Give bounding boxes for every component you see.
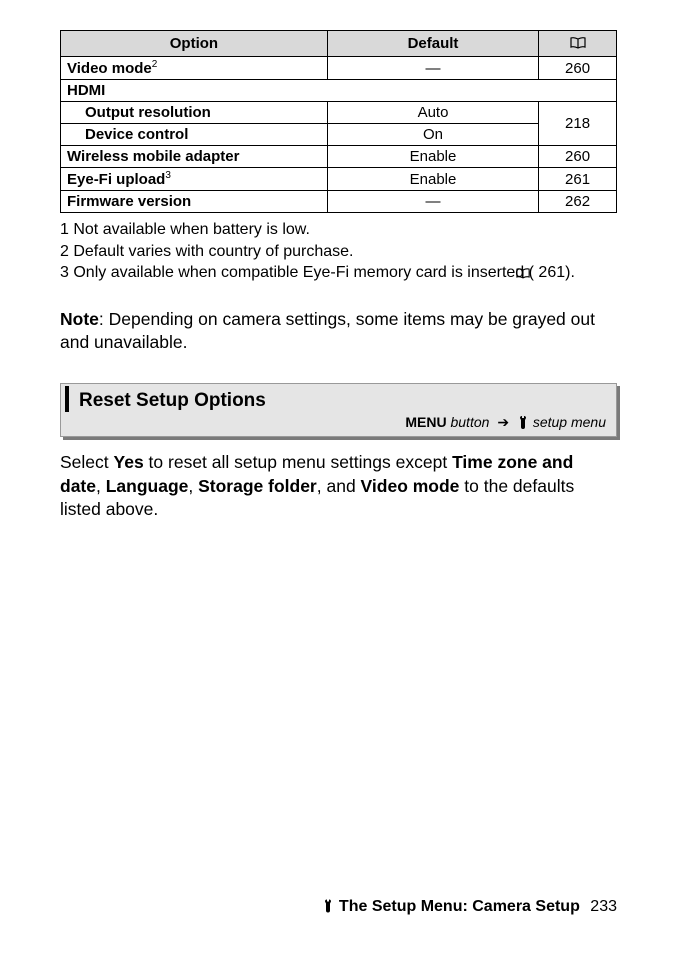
row-firmware: Firmware version — 262 [61, 191, 617, 213]
t: Select [60, 452, 114, 472]
section-title: Reset Setup Options [65, 386, 616, 412]
row-video-mode: Video mode2 — 260 [61, 57, 617, 80]
row-eyefi: Eye-Fi upload3 Enable 261 [61, 168, 617, 191]
t: , [96, 476, 106, 496]
opt-label: Firmware version [61, 191, 328, 213]
footer-page-number: 233 [590, 898, 617, 915]
t: to reset all setup menu settings except [144, 452, 452, 472]
footnote-2: 2 Default varies with country of purchas… [60, 241, 617, 263]
body-paragraph: Select Yes to reset all setup menu setti… [60, 451, 617, 522]
footnote-3: 3 Only available when compatible Eye-Fi … [60, 262, 617, 286]
col-default: Default [327, 31, 538, 57]
manual-page: Option Default Video mode2 — 260 HDMI Ou… [0, 0, 677, 552]
opt-label: Device control [61, 124, 328, 146]
breadcrumb-button: button [447, 414, 490, 430]
footnotes: 1 Not available when battery is low. 2 D… [60, 219, 617, 286]
opt-default: Enable [327, 168, 538, 191]
section-breadcrumb: MENU button ➔ setup menu [61, 412, 616, 436]
note-paragraph: Note: Depending on camera settings, some… [60, 308, 617, 355]
opt-label: Video mode [67, 60, 152, 77]
footnote-1: 1 Not available when battery is low. [60, 219, 617, 241]
opt-label: Wireless mobile adapter [61, 146, 328, 168]
row-hdmi-header: HDMI [61, 80, 617, 102]
row-device-control: Device control On [61, 124, 617, 146]
opt-label: Output resolution [61, 102, 328, 124]
t: Video mode [361, 476, 460, 496]
footnote-3-text: 3 Only available when compatible Eye-Fi … [60, 264, 534, 281]
page-footer: The Setup Menu: Camera Setup 233 [322, 898, 617, 918]
note-text: : Depending on camera settings, some ite… [60, 309, 595, 353]
book-icon [570, 36, 586, 53]
opt-label: HDMI [61, 80, 617, 102]
row-output-resolution: Output resolution Auto 218 [61, 102, 617, 124]
opt-label: Eye-Fi upload [67, 171, 165, 188]
opt-default: — [327, 57, 538, 80]
t: Language [106, 476, 189, 496]
section-heading-box: Reset Setup Options MENU button ➔ setup … [60, 383, 617, 437]
footer-title: The Setup Menu: Camera Setup [339, 898, 580, 915]
footnote-3-page: 261). [534, 264, 575, 281]
row-wireless: Wireless mobile adapter Enable 260 [61, 146, 617, 168]
col-page-ref [539, 31, 617, 57]
t: Yes [114, 452, 144, 472]
opt-default: Auto [327, 102, 538, 124]
breadcrumb-menu: MENU [405, 414, 446, 430]
t: , and [317, 476, 361, 496]
opt-page: 260 [539, 146, 617, 168]
wrench-icon [517, 415, 529, 432]
opt-default: On [327, 124, 538, 146]
opt-page: 262 [539, 191, 617, 213]
col-option: Option [61, 31, 328, 57]
opt-sup: 3 [165, 170, 171, 181]
t: Storage folder [198, 476, 317, 496]
opt-default: Enable [327, 146, 538, 168]
t: , [188, 476, 198, 496]
options-table: Option Default Video mode2 — 260 HDMI Ou… [60, 30, 617, 213]
opt-page: 261 [539, 168, 617, 191]
arrow-right-icon: ➔ [493, 414, 513, 430]
note-label: Note [60, 309, 99, 329]
opt-page: 218 [539, 102, 617, 146]
breadcrumb-setup: setup menu [529, 414, 606, 430]
opt-sup: 2 [152, 59, 158, 70]
opt-page: 260 [539, 57, 617, 80]
opt-default: — [327, 191, 538, 213]
wrench-icon [322, 898, 334, 918]
